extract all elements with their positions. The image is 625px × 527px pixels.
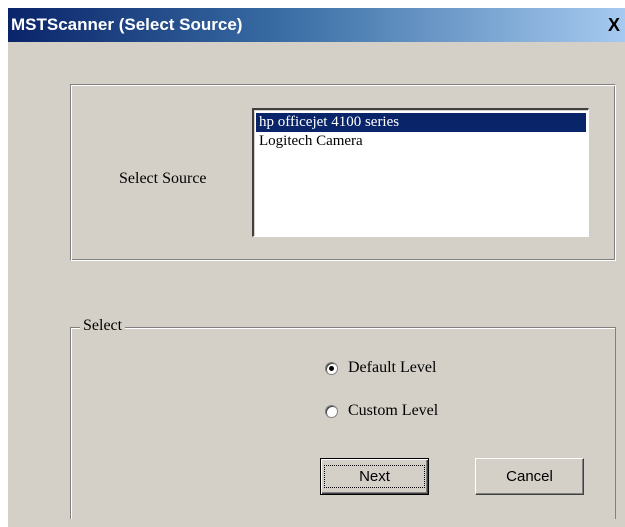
list-item-hp-officejet[interactable]: hp officejet 4100 series xyxy=(256,113,586,132)
default-level-radio[interactable] xyxy=(325,361,338,375)
default-level-label: Default Level xyxy=(348,359,437,376)
custom-level-option[interactable]: Custom Level xyxy=(325,402,438,420)
cancel-button[interactable]: Cancel xyxy=(475,458,584,495)
close-button[interactable]: X xyxy=(605,15,623,35)
custom-level-radio[interactable] xyxy=(325,404,338,418)
default-level-option[interactable]: Default Level xyxy=(325,359,436,377)
list-item-logitech-camera[interactable]: Logitech Camera xyxy=(256,132,586,151)
next-button[interactable]: Next xyxy=(320,458,429,495)
select-group-legend: Select xyxy=(80,317,126,335)
window-title: MSTScanner (Select Source) xyxy=(11,15,243,34)
custom-level-label: Custom Level xyxy=(348,402,439,419)
cancel-button-label: Cancel xyxy=(506,468,553,485)
source-listbox[interactable]: hp officejet 4100 series Logitech Camera xyxy=(252,108,589,237)
select-source-label: Select Source xyxy=(119,170,207,187)
next-button-label: Next xyxy=(324,465,425,488)
title-bar[interactable]: MSTScanner (Select Source) X xyxy=(8,8,625,42)
